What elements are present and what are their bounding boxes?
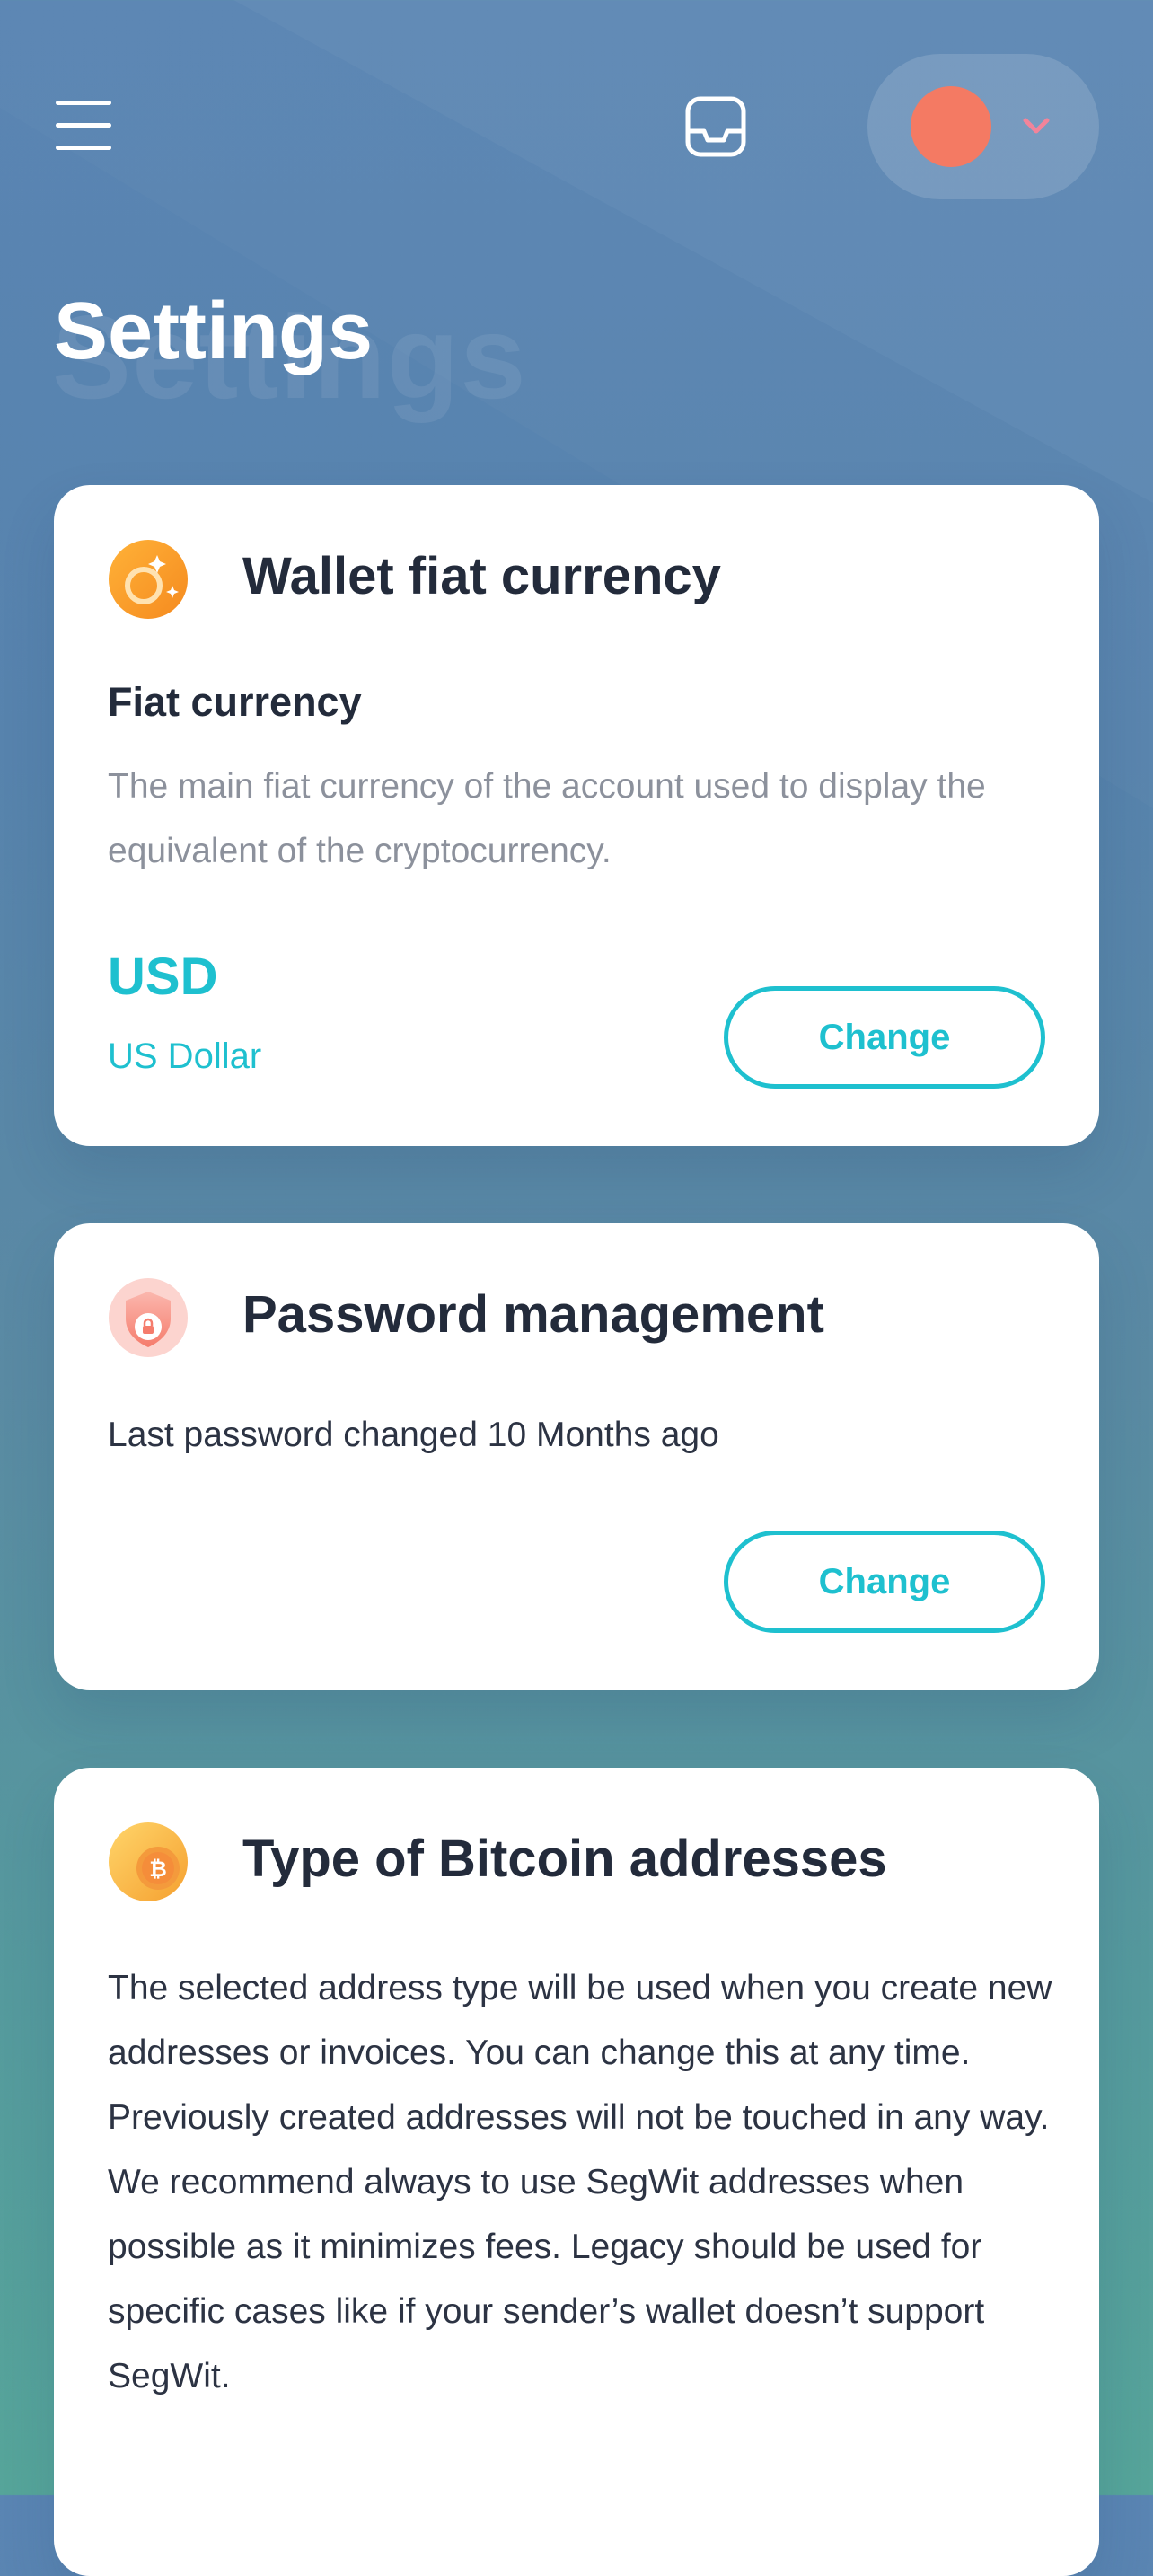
avatar xyxy=(911,86,991,167)
card-title: Wallet fiat currency xyxy=(242,547,721,605)
hamburger-menu-icon[interactable] xyxy=(54,99,113,153)
currency-name: US Dollar xyxy=(108,1037,262,1076)
bitcoin-address-type-card: ₿ Type of Bitcoin addresses The selected… xyxy=(54,1768,1099,2576)
currency-code: USD xyxy=(108,948,218,1006)
card-title: Password management xyxy=(242,1285,824,1344)
bitcoin-coin-icon: ₿ xyxy=(109,1822,188,1901)
fiat-currency-label: Fiat currency xyxy=(108,679,362,725)
password-management-card: Password management Last password change… xyxy=(54,1223,1099,1690)
password-last-changed-text: Last password changed 10 Months ago xyxy=(108,1416,719,1454)
wallet-fiat-currency-card: Wallet fiat currency Fiat currency The m… xyxy=(54,485,1099,1146)
change-currency-button[interactable]: Change xyxy=(724,986,1045,1089)
inbox-tray-icon[interactable] xyxy=(684,95,747,158)
fiat-currency-description: The main fiat currency of the account us… xyxy=(108,767,986,870)
page-title: Settings xyxy=(54,287,374,376)
profile-menu-button[interactable] xyxy=(867,54,1099,199)
chevron-down-icon xyxy=(1023,118,1050,134)
card-title: Type of Bitcoin addresses xyxy=(242,1830,887,1888)
currency-coin-icon xyxy=(109,540,188,619)
change-password-button[interactable]: Change xyxy=(724,1531,1045,1633)
svg-text:₿: ₿ xyxy=(149,1857,167,1882)
shield-lock-icon xyxy=(109,1278,188,1357)
bitcoin-address-description: The selected address type will be used w… xyxy=(108,1969,1052,2395)
